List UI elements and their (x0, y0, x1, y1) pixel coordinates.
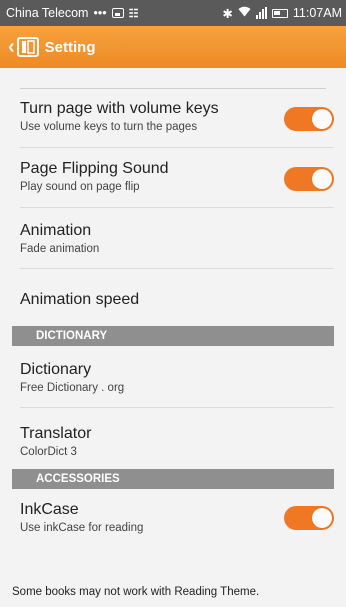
toggle-knob (312, 169, 332, 189)
setting-subtitle: Free Dictionary . org (20, 382, 125, 394)
gallery-notification-icon (111, 8, 124, 18)
setting-dictionary[interactable]: Dictionary Free Dictionary . org (20, 346, 334, 408)
app-notification-icon: ☷ (128, 7, 139, 20)
battery-icon (271, 8, 288, 18)
carrier-label: China Telecom (6, 6, 89, 20)
setting-animation-speed[interactable]: Animation speed (20, 269, 334, 326)
footer-note: Some books may not work with Reading The… (12, 586, 260, 598)
settings-list: Turn page with volume keys Use volume ke… (0, 88, 346, 549)
page-title: Setting (44, 38, 96, 56)
bluetooth-icon: ✱ (222, 6, 233, 21)
setting-volume-keys[interactable]: Turn page with volume keys Use volume ke… (20, 88, 334, 148)
setting-title: Translator (20, 425, 92, 442)
clock: 11:07AM (292, 6, 342, 20)
back-chevron-icon[interactable]: ‹ (8, 37, 15, 57)
flip-sound-toggle[interactable] (284, 167, 334, 191)
section-header-accessories: ACCESSORIES (12, 469, 334, 489)
signal-strength-icon (255, 7, 267, 19)
setting-animation[interactable]: Animation Fade animation (20, 208, 334, 269)
toggle-knob (312, 109, 332, 129)
setting-title: Animation (20, 222, 92, 239)
wifi-icon (238, 6, 251, 20)
setting-flip-sound[interactable]: Page Flipping Sound Play sound on page f… (20, 148, 334, 208)
inkcase-toggle[interactable] (284, 506, 334, 530)
section-header-dictionary: DICTIONARY (12, 326, 334, 346)
setting-subtitle: Fade animation (20, 243, 100, 255)
app-book-icon[interactable] (16, 36, 39, 58)
app-bar: ‹ Setting (0, 26, 346, 68)
more-notifications-icon: ••• (93, 6, 107, 20)
setting-title: Animation speed (20, 291, 140, 308)
setting-inkcase[interactable]: InkCase Use inkCase for reading (20, 489, 334, 549)
volume-keys-toggle[interactable] (284, 107, 334, 131)
setting-title: Dictionary (20, 361, 92, 378)
status-bar: China Telecom ••• ☷ ✱ 11:07AM (0, 0, 346, 26)
setting-translator[interactable]: Translator ColorDict 3 (20, 408, 334, 469)
setting-subtitle: ColorDict 3 (20, 446, 77, 458)
toggle-knob (312, 508, 332, 528)
